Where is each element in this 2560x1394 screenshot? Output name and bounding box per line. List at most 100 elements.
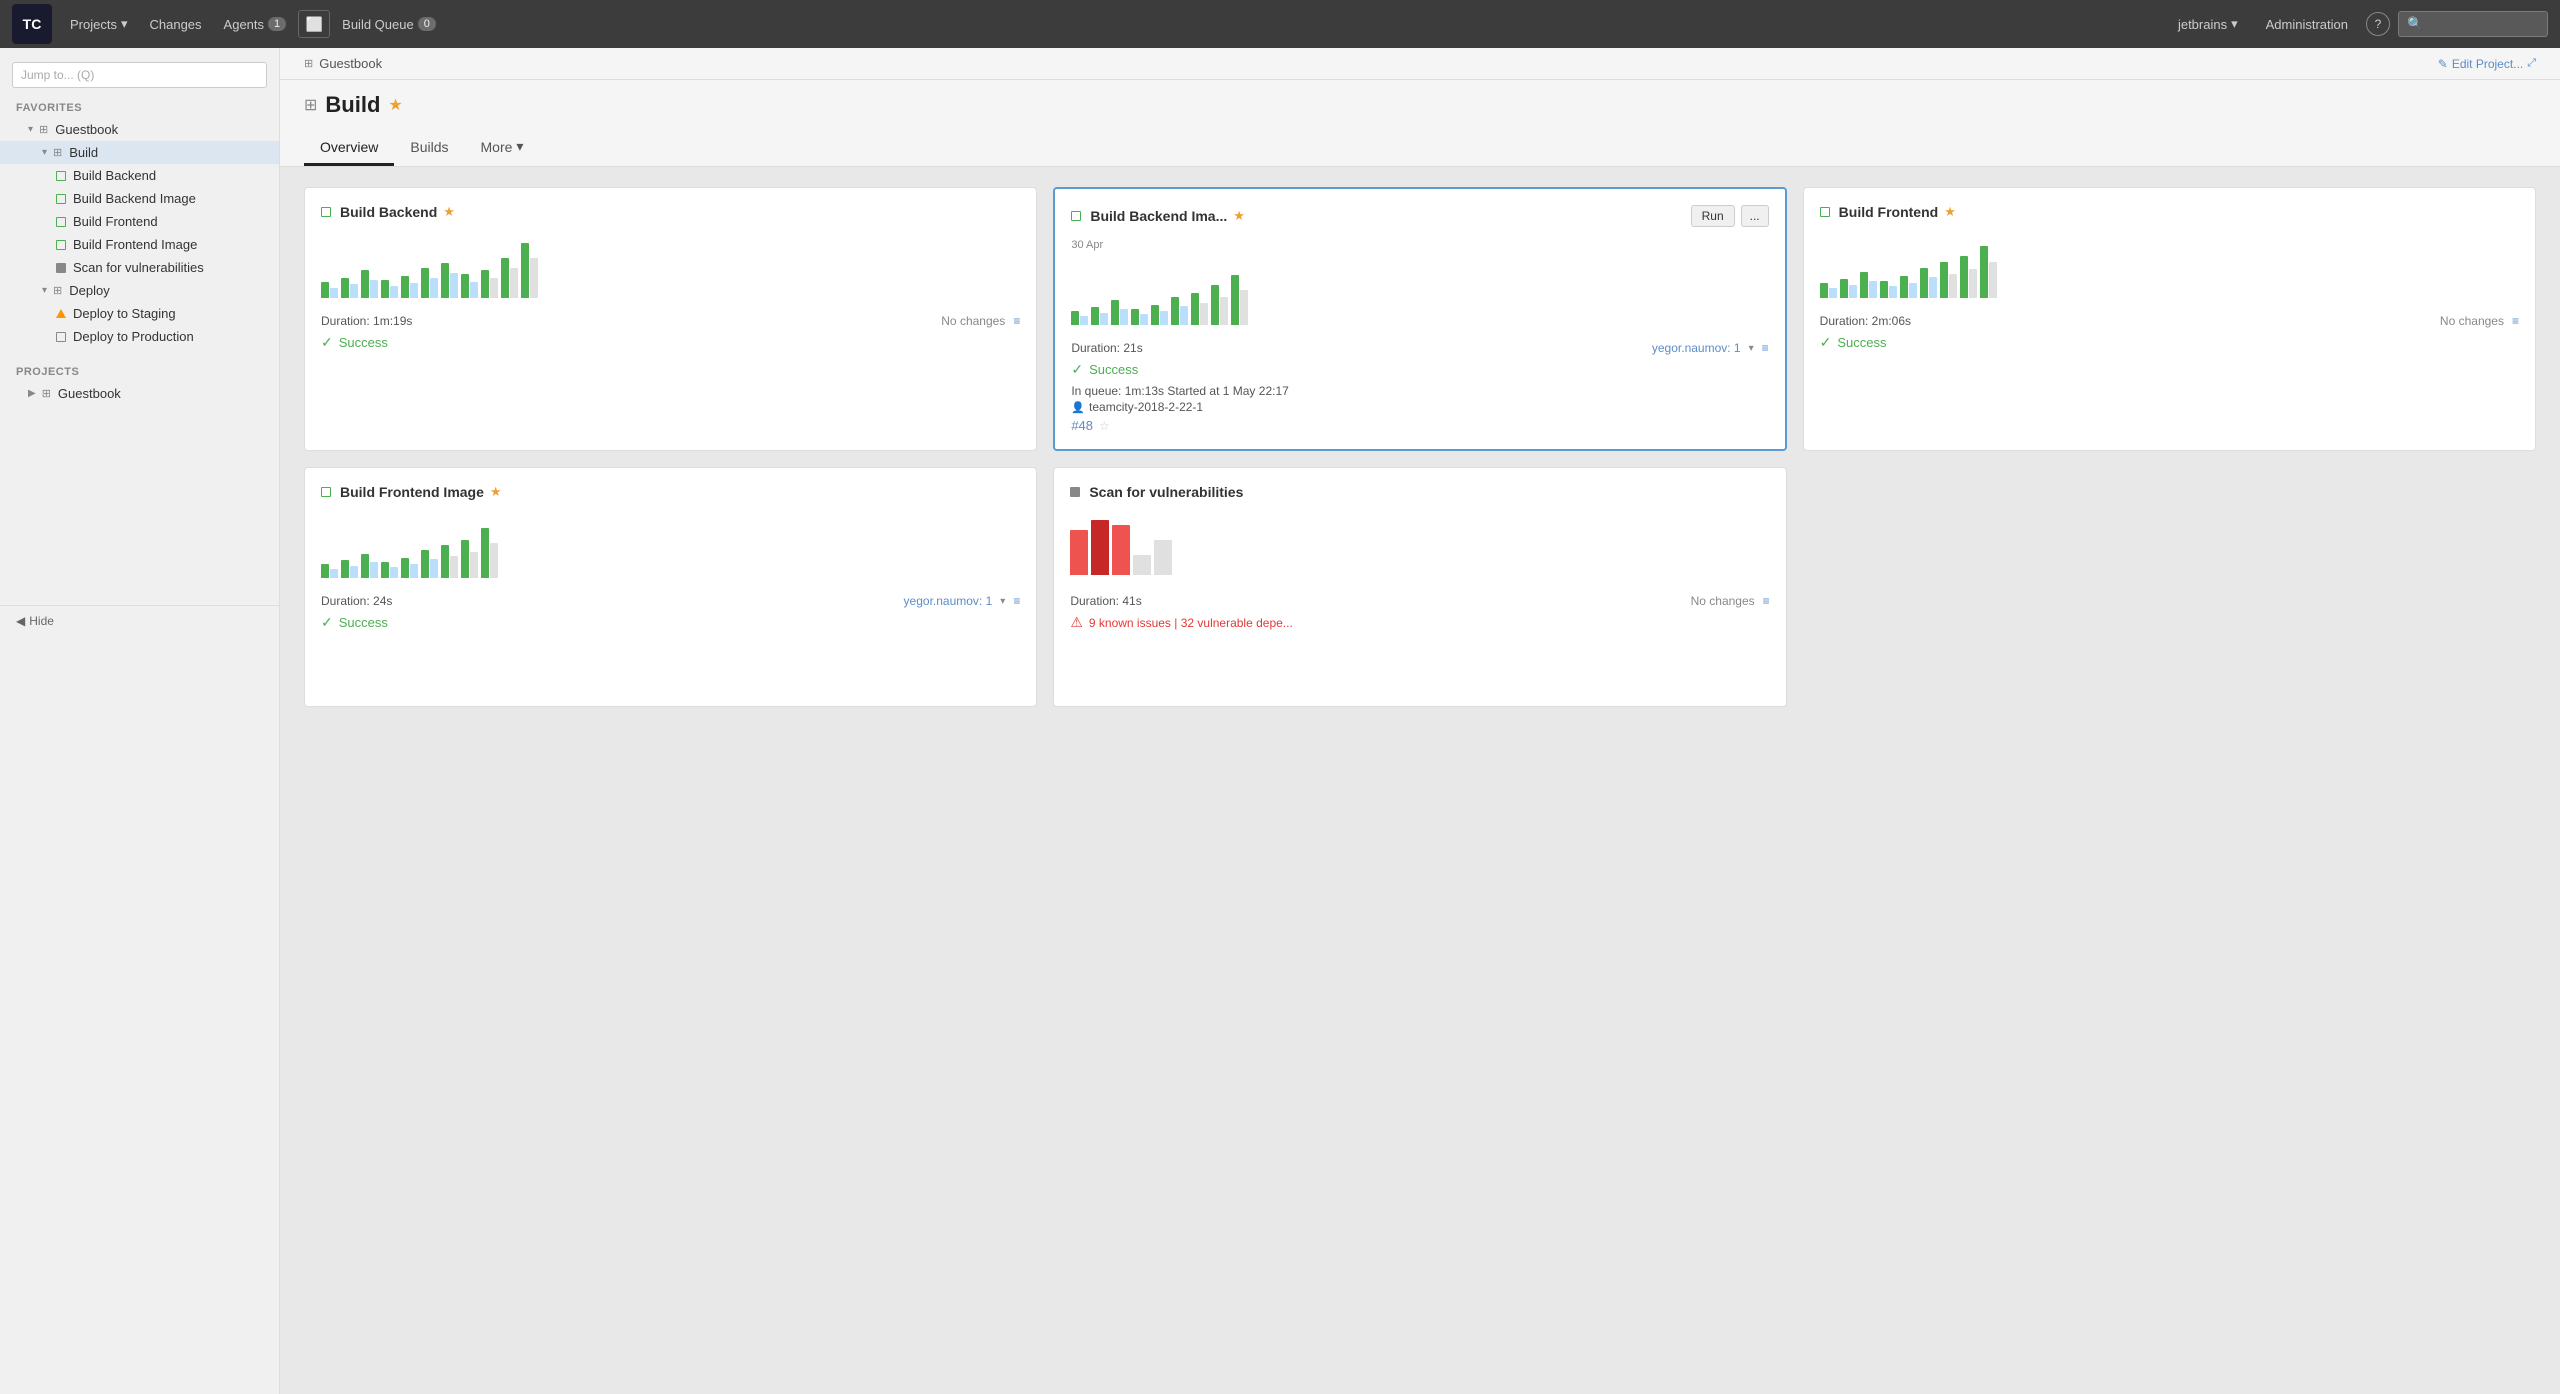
favorite-star-icon[interactable]: ★ [388,95,402,115]
sidebar-item-deploy-production[interactable]: Deploy to Production [0,325,279,348]
warning-status-icon [56,309,66,318]
chevron-icon: ▾ [28,124,33,135]
changes-link[interactable]: yegor.naumov: 1 [904,594,993,608]
grid-icon: ⊞ [53,284,62,297]
scan-status-icon [56,263,66,273]
status-text: Success [339,335,388,350]
edit-project-button[interactable]: ✎ Edit Project... ⤢ [2438,57,2536,71]
date-label: 30 Apr [1071,239,1768,251]
projects-section-title: PROJECTS [0,360,279,382]
sidebar-item-guestbook-projects[interactable]: ▶ ⊞ Guestbook [0,382,279,405]
layers-icon[interactable]: ≡ [1763,594,1770,608]
layers-icon[interactable]: ≡ [1013,594,1020,608]
status-row: ⚠ 9 known issues | 32 vulnerable depe... [1070,614,1769,631]
status-text: Success [339,615,388,630]
hide-sidebar-button[interactable]: ◀ Hide [0,605,279,636]
page-grid-icon: ⊞ [304,95,317,115]
mini-chart [1070,512,1769,582]
status-row: ✓ Success [321,334,1020,351]
changes-chevron-icon[interactable]: ▾ [1000,596,1005,607]
build-status-icon [56,194,66,204]
main-content: ⊞ Guestbook ✎ Edit Project... ⤢ ⊞ Build … [280,48,2560,1394]
mini-chart [321,232,1020,302]
sidebar-item-build-frontend[interactable]: Build Frontend [0,210,279,233]
build-number-link[interactable]: #48 [1071,418,1093,433]
success-icon: ✓ [1071,361,1083,378]
top-navigation: TC Projects ▾ Changes Agents 1 ⬜ Build Q… [0,0,2560,48]
card-star-icon[interactable]: ★ [443,204,455,220]
jump-to-input[interactable]: Jump to... (Q) [12,62,267,88]
grid-icon: ⊞ [39,123,48,136]
search-box[interactable]: 🔍 [2398,11,2548,37]
nav-user[interactable]: jetbrains ▾ [2168,10,2248,38]
build-status-icon [56,217,66,227]
card-star-icon[interactable]: ★ [1233,208,1245,224]
card-title: Build Backend [340,204,437,220]
sidebar-item-scan[interactable]: Scan for vulnerabilities [0,256,279,279]
run-button[interactable]: Run [1691,205,1735,227]
build-status-icon [56,332,66,342]
sidebar-item-build-backend-image[interactable]: Build Backend Image [0,187,279,210]
card-status-icon [1071,211,1081,221]
card-star-icon[interactable]: ★ [490,484,502,500]
page-title-row: ⊞ Build ★ [304,92,2536,118]
status-text: Success [1089,362,1138,377]
success-icon: ✓ [321,614,333,631]
sidebar-item-deploy-staging[interactable]: Deploy to Staging [0,302,279,325]
sidebar-item-deploy[interactable]: ▾ ⊞ Deploy [0,279,279,302]
help-button[interactable]: ? [2366,12,2390,36]
chevron-icon: ▾ [42,147,47,158]
logo[interactable]: TC [12,4,52,44]
mini-chart [321,512,1020,582]
card-stats: Duration: 1m:19s No changes ≡ [321,314,1020,328]
layers-icon[interactable]: ≡ [1013,314,1020,328]
card-build-backend-image: Build Backend Ima... ★ Run ... 30 Apr [1053,187,1786,451]
success-icon: ✓ [1820,334,1832,351]
layers-icon[interactable]: ≡ [1762,341,1769,355]
favorites-section-title: FAVORITES [0,96,279,118]
grid-icon: ⊞ [304,57,313,70]
mini-chart [1820,232,2519,302]
status-row: ✓ Success [1820,334,2519,351]
nav-administration[interactable]: Administration [2256,11,2358,38]
page-title: Build [325,92,380,118]
changes-link[interactable]: yegor.naumov: 1 [1652,341,1741,355]
status-text: Success [1837,335,1886,350]
card-status-icon [321,487,331,497]
sidebar-item-build[interactable]: ▾ ⊞ Build [0,141,279,164]
build-status-icon [56,240,66,250]
page-header: ⊞ Build ★ Overview Builds More ▾ [280,80,2560,167]
sidebar-item-build-frontend-image[interactable]: Build Frontend Image [0,233,279,256]
changes-chevron-icon[interactable]: ▾ [1749,343,1754,354]
nav-agents[interactable]: Agents 1 [214,11,297,38]
sidebar-item-guestbook-fav[interactable]: ▾ ⊞ Guestbook [0,118,279,141]
tab-overview[interactable]: Overview [304,130,394,166]
card-build-frontend: Build Frontend ★ [1803,187,2536,451]
card-build-backend: Build Backend ★ [304,187,1037,451]
card-build-frontend-image: Build Frontend Image ★ [304,467,1037,707]
more-button[interactable]: ... [1741,205,1769,227]
nav-projects[interactable]: Projects ▾ [60,10,138,38]
grid-icon: ⊞ [42,387,51,400]
chevron-icon: ▾ [42,285,47,296]
card-title: Build Frontend [1839,204,1939,220]
mini-chart [1071,259,1768,329]
error-icon: ⚠ [1070,614,1083,631]
nav-changes[interactable]: Changes [140,11,212,38]
chevron-icon: ▶ [28,388,36,399]
card-title: Build Backend Ima... [1090,208,1227,224]
card-scan-vulnerabilities: Scan for vulnerabilities Duratio [1053,467,1786,707]
tab-more[interactable]: More ▾ [465,130,540,166]
success-icon: ✓ [321,334,333,351]
nav-build-queue[interactable]: Build Queue 0 [332,11,446,38]
card-star-icon[interactable]: ★ [1944,204,1956,220]
build-star-icon[interactable]: ☆ [1099,419,1110,433]
tabs: Overview Builds More ▾ [304,130,2536,166]
sidebar-item-build-backend[interactable]: Build Backend [0,164,279,187]
status-row: ✓ Success [321,614,1020,631]
layers-icon[interactable]: ≡ [2512,314,2519,328]
tab-builds[interactable]: Builds [394,130,464,166]
status-text: 9 known issues | 32 vulnerable depe... [1089,616,1293,630]
nav-items: Projects ▾ Changes Agents 1 ⬜ Build Queu… [60,10,2160,38]
agents-icon-btn[interactable]: ⬜ [298,10,330,38]
